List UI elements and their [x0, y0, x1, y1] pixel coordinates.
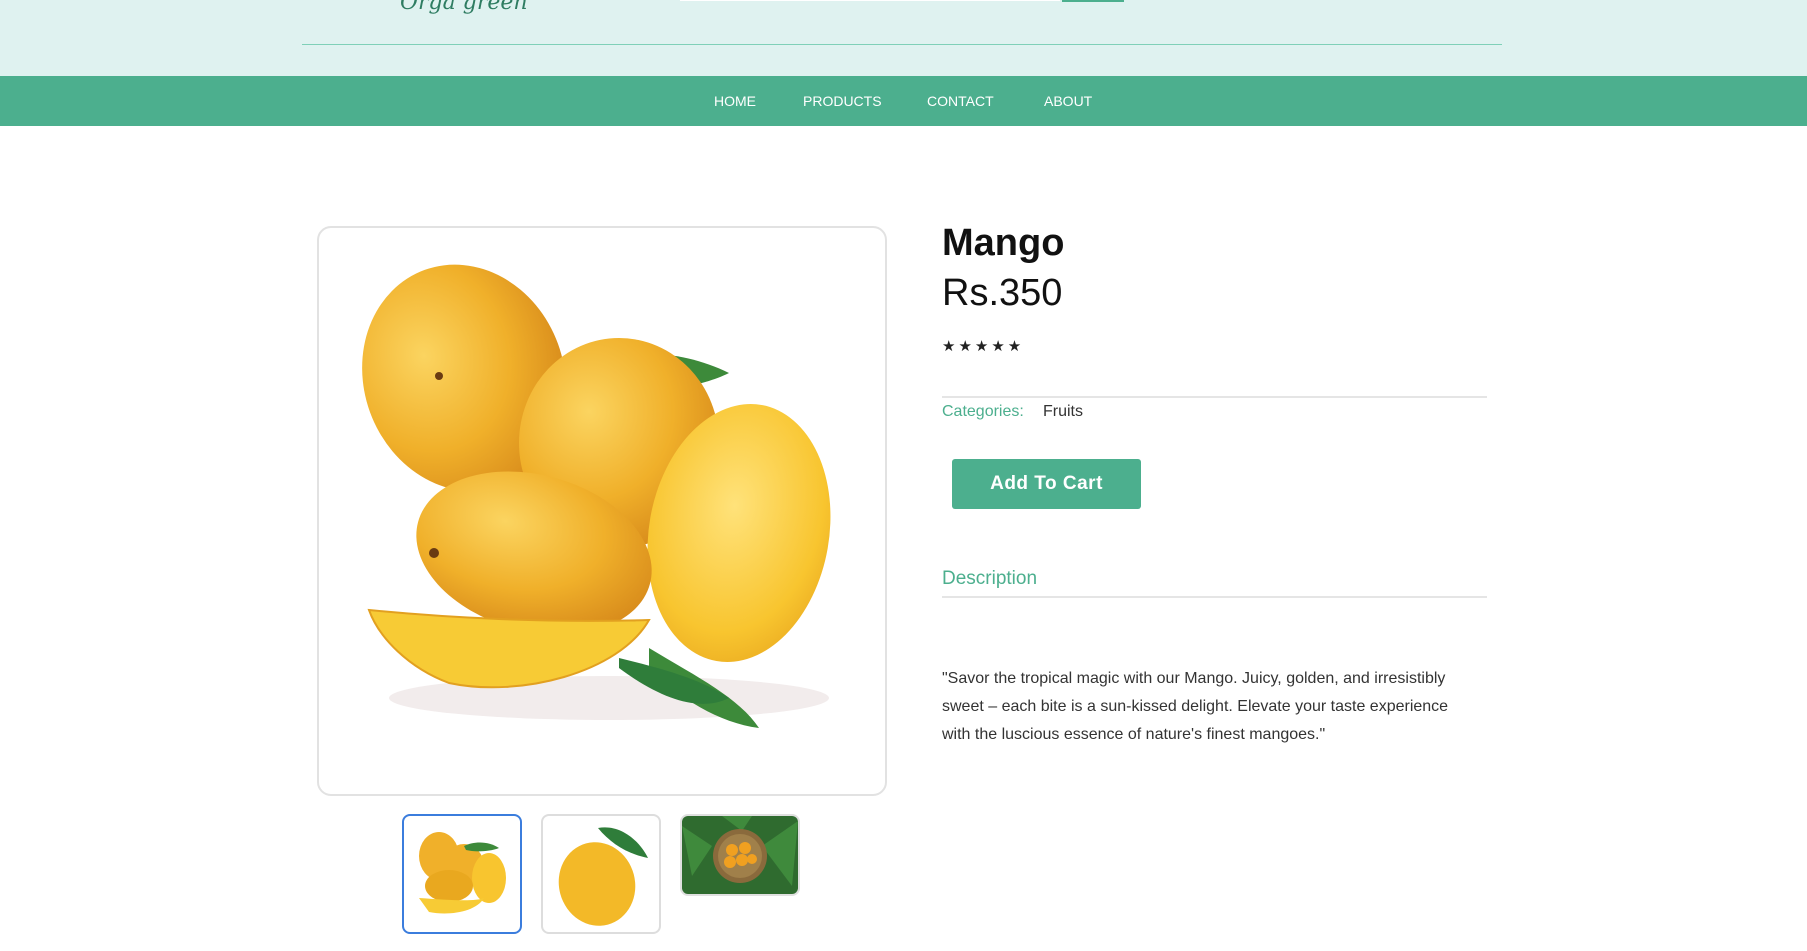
- main-navbar: HOME PRODUCTS CONTACT ABOUT: [0, 76, 1807, 126]
- nav-item-products[interactable]: PRODUCTS: [803, 93, 882, 109]
- mango-thumb-image-2: [558, 827, 648, 926]
- mango-thumb-image-1: [419, 832, 506, 914]
- nav-item-about[interactable]: ABOUT: [1044, 93, 1092, 109]
- categories-label: Categories:: [942, 403, 1024, 420]
- search-button-edge[interactable]: [1062, 0, 1124, 2]
- thumbnail-2[interactable]: [541, 814, 661, 934]
- main-product-image[interactable]: [317, 226, 887, 796]
- info-divider: [942, 396, 1487, 398]
- site-logo[interactable]: Orga green: [400, 0, 528, 15]
- categories-value[interactable]: Fruits: [1043, 403, 1083, 421]
- description-tab[interactable]: Description: [942, 568, 1037, 590]
- rating-stars: ★★★★★: [942, 337, 1025, 355]
- description-divider: [942, 596, 1487, 598]
- search-input-edge[interactable]: [680, 0, 1060, 1]
- thumbnail-1[interactable]: [402, 814, 522, 934]
- nav-item-contact[interactable]: CONTACT: [927, 93, 994, 109]
- product-price: Rs.350: [942, 272, 1063, 314]
- thumbnail-3[interactable]: [680, 814, 800, 896]
- mango-basket-thumb-image: [682, 816, 798, 894]
- nav-item-home[interactable]: HOME: [714, 93, 756, 109]
- header-divider: [302, 44, 1502, 45]
- top-header: Orga green: [0, 0, 1807, 76]
- add-to-cart-button[interactable]: Add To Cart: [952, 459, 1141, 509]
- mango-image: [362, 264, 831, 728]
- description-text: "Savor the tropical magic with our Mango…: [942, 670, 1449, 743]
- product-title: Mango: [942, 222, 1065, 264]
